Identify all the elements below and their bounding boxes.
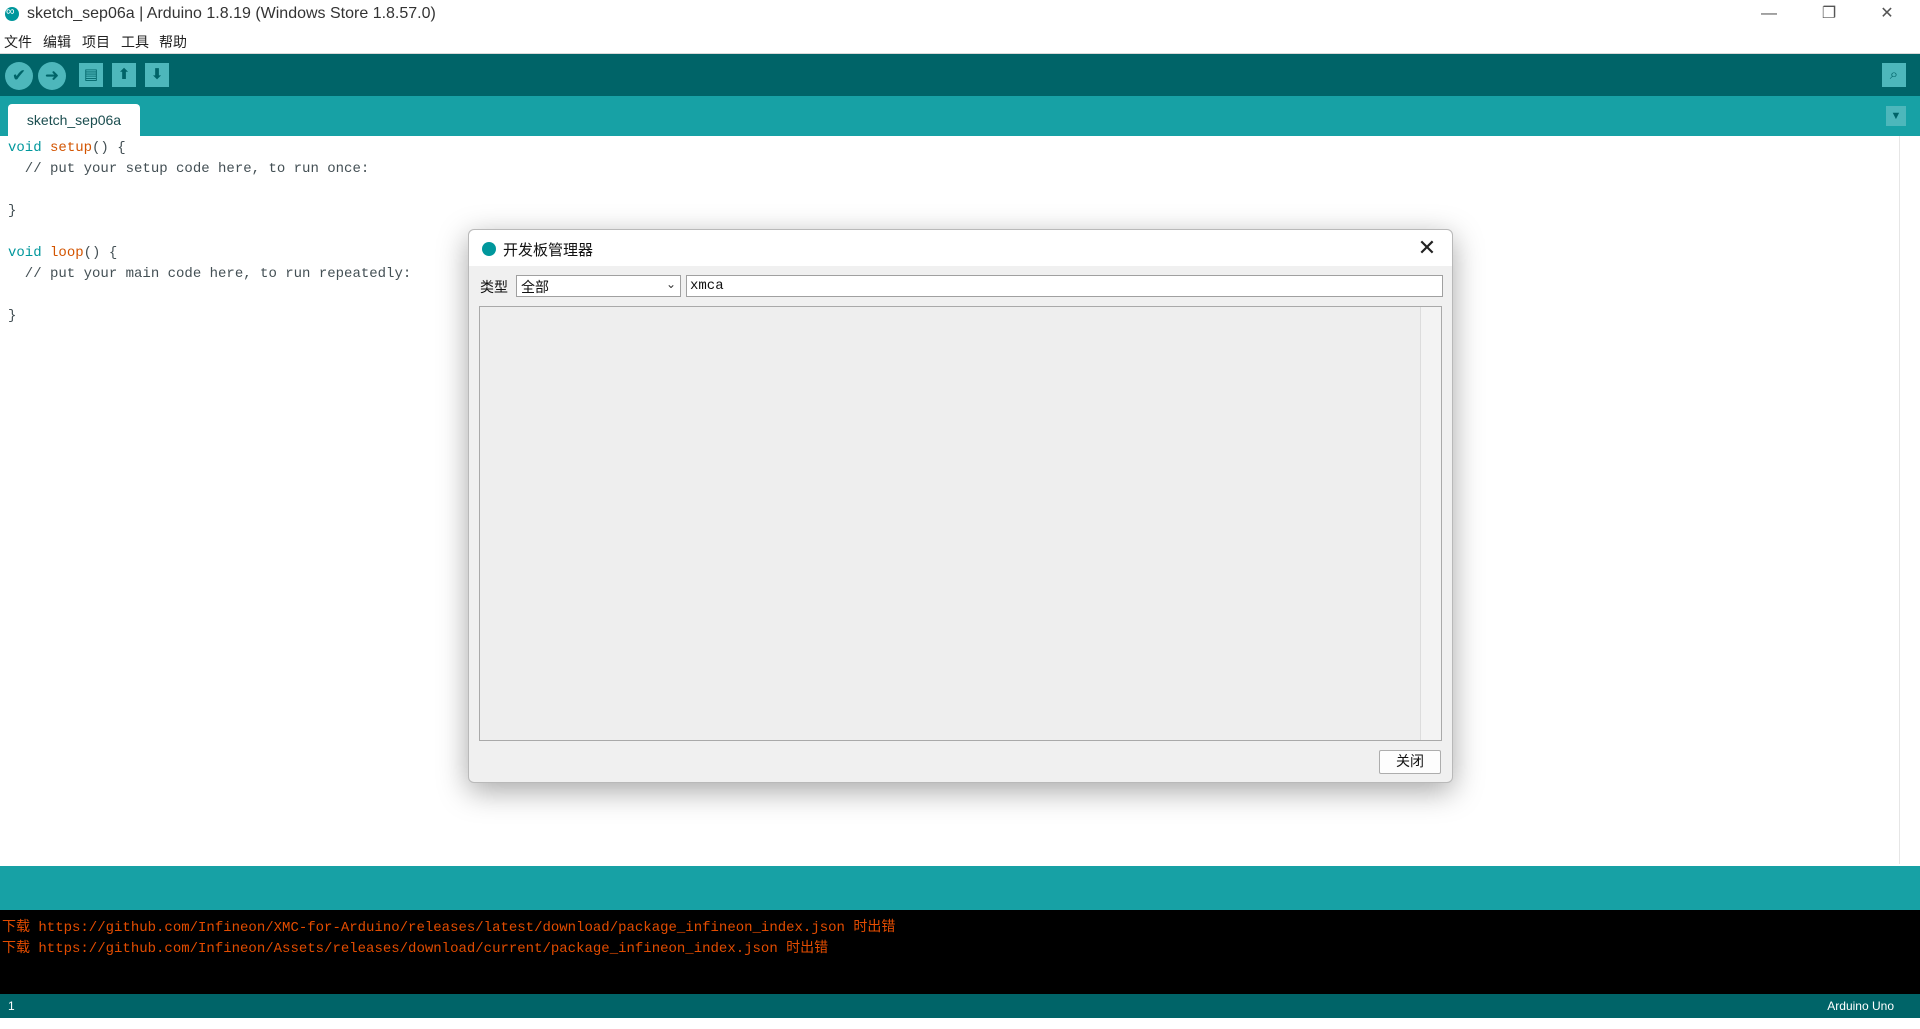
type-label: 类型 bbox=[480, 279, 508, 295]
code-line: } bbox=[8, 308, 17, 324]
status-bar: 1 Arduino Uno bbox=[0, 994, 1920, 1018]
code-keyword: void bbox=[8, 245, 42, 261]
type-dropdown[interactable]: 全部 ⌄ bbox=[516, 275, 681, 297]
boards-manager-dialog: 开发板管理器 ✕ 类型 全部 ⌄ xmca 关闭 bbox=[468, 229, 1453, 783]
menu-file[interactable]: 文件 bbox=[4, 32, 32, 52]
upload-icon[interactable]: ➜ bbox=[38, 62, 66, 90]
code-keyword: void bbox=[8, 140, 42, 156]
search-input[interactable]: xmca bbox=[686, 275, 1443, 297]
close-window-button[interactable]: ✕ bbox=[1864, 0, 1910, 28]
code-text: () { bbox=[83, 245, 118, 261]
status-line-number: 1 bbox=[8, 999, 15, 1013]
code-function: setup bbox=[50, 140, 93, 156]
window-titlebar: sketch_sep06a | Arduino 1.8.19 (Windows … bbox=[0, 0, 1920, 28]
tab-bar: sketch_sep06a ▼ bbox=[0, 96, 1920, 136]
console-error-line: 下载 https://github.com/Infineon/XMC-for-A… bbox=[2, 920, 896, 936]
tab-sketch[interactable]: sketch_sep06a bbox=[8, 104, 140, 136]
arduino-logo-icon bbox=[482, 242, 496, 256]
dialog-title: 开发板管理器 bbox=[503, 242, 594, 259]
code-function: loop bbox=[50, 245, 84, 261]
window-title: sketch_sep06a | Arduino 1.8.19 (Windows … bbox=[27, 5, 436, 22]
console-error-line: 下载 https://github.com/Infineon/Assets/re… bbox=[2, 941, 829, 957]
minimize-button[interactable]: — bbox=[1746, 0, 1792, 28]
type-dropdown-value: 全部 bbox=[521, 279, 549, 295]
editor-scrollbar[interactable] bbox=[1899, 136, 1920, 864]
close-icon[interactable]: ✕ bbox=[1412, 233, 1442, 263]
arduino-logo-icon bbox=[5, 4, 19, 21]
console-output: 下载 https://github.com/Infineon/XMC-for-A… bbox=[0, 910, 1920, 994]
toolbar: ✔ ➜ ▤ ⬆ ⬇ ⌕ bbox=[0, 54, 1920, 96]
chevron-down-icon: ⌄ bbox=[665, 277, 676, 291]
menu-help[interactable]: 帮助 bbox=[159, 32, 187, 52]
menu-edit[interactable]: 编辑 bbox=[43, 32, 71, 52]
console-header bbox=[0, 866, 1920, 910]
menu-sketch[interactable]: 项目 bbox=[82, 32, 110, 52]
code-line: } bbox=[8, 203, 17, 219]
tab-menu-icon[interactable]: ▼ bbox=[1886, 106, 1906, 126]
serial-monitor-icon[interactable]: ⌕ bbox=[1882, 63, 1906, 87]
code-comment: // put your main code here, to run repea… bbox=[8, 266, 412, 282]
boards-list-scrollbar[interactable] bbox=[1420, 307, 1441, 740]
status-board: Arduino Uno bbox=[1827, 999, 1894, 1013]
new-sketch-icon[interactable]: ▤ bbox=[79, 63, 103, 87]
dialog-titlebar: 开发板管理器 ✕ bbox=[469, 230, 1452, 266]
restore-button[interactable]: ❐ bbox=[1806, 0, 1852, 28]
code-text: () { bbox=[92, 140, 126, 156]
code-line: void setup() { bbox=[8, 140, 126, 156]
close-button[interactable]: 关闭 bbox=[1379, 750, 1441, 774]
menu-bar: 文件 编辑 项目 工具 帮助 bbox=[0, 29, 1920, 54]
code-line: void loop() { bbox=[8, 245, 117, 261]
boards-list[interactable] bbox=[479, 306, 1442, 741]
open-sketch-icon[interactable]: ⬆ bbox=[112, 63, 136, 87]
code-comment: // put your setup code here, to run once… bbox=[8, 161, 370, 177]
save-sketch-icon[interactable]: ⬇ bbox=[145, 63, 169, 87]
verify-icon[interactable]: ✔ bbox=[5, 62, 33, 90]
menu-tools[interactable]: 工具 bbox=[121, 32, 149, 52]
